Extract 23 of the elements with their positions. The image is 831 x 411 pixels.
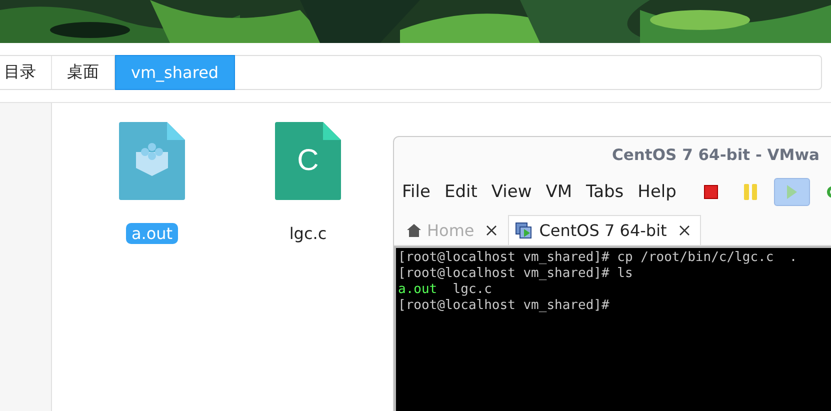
terminal-text: a.out bbox=[398, 282, 438, 297]
executable-file-icon[interactable] bbox=[119, 122, 185, 200]
pause-icon bbox=[744, 184, 758, 200]
terminal-text: [root@localhost vm_shared]# cp /root/bin/c/lgc.c . bbox=[398, 250, 798, 265]
terminal-text: [root@localhost vm_shared]# ls bbox=[398, 266, 633, 281]
close-icon[interactable] bbox=[678, 225, 690, 236]
virtual-machine-icon bbox=[515, 222, 534, 240]
menu-item[interactable]: Tabs bbox=[586, 182, 624, 202]
menu-item[interactable]: Help bbox=[638, 182, 676, 202]
terminal-text: lgc.c bbox=[452, 282, 492, 297]
menu-item[interactable]: File bbox=[402, 182, 430, 202]
close-icon[interactable] bbox=[486, 225, 498, 236]
stop-icon bbox=[704, 185, 718, 199]
play-icon bbox=[786, 184, 798, 200]
home-icon bbox=[407, 224, 421, 237]
vm-tab[interactable]: CentOS 7 64-bit bbox=[508, 215, 701, 245]
menu-item[interactable]: Edit bbox=[444, 182, 478, 202]
terminal-text: [root@localhost vm_shared]# bbox=[398, 298, 610, 313]
menu-item[interactable]: VM bbox=[546, 182, 572, 202]
file-name[interactable]: lgc.c bbox=[284, 223, 332, 244]
menu-item[interactable]: View bbox=[491, 182, 532, 202]
breadcrumb-item[interactable]: 目录 bbox=[0, 56, 52, 89]
window-title: CentOS 7 64-bit - VMwa bbox=[612, 146, 820, 164]
